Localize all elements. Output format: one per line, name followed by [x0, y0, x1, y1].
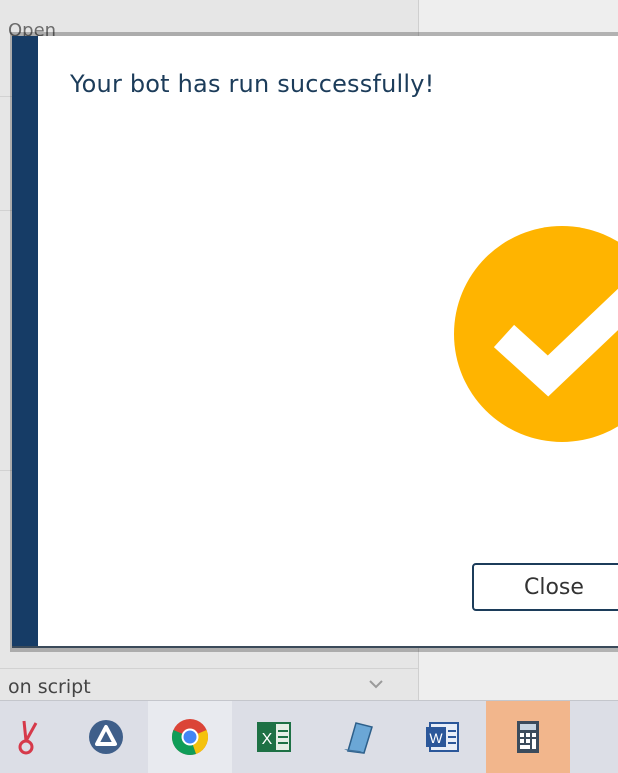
notepad-icon	[344, 722, 373, 754]
success-check-icon	[454, 226, 618, 442]
background-dropdown-label: on script	[8, 676, 91, 698]
taskbar-item-word[interactable]: W	[400, 701, 484, 773]
svg-text:W: W	[429, 730, 443, 746]
taskbar-item-app[interactable]	[64, 701, 148, 773]
svg-text:X: X	[262, 731, 273, 748]
dialog-accent-bar	[12, 36, 38, 646]
app-triangle-icon	[89, 720, 123, 754]
taskbar-item-chrome[interactable]	[148, 701, 232, 773]
taskbar-item-notepad[interactable]	[316, 701, 400, 773]
taskbar-item-calculator[interactable]	[486, 701, 570, 773]
taskbar-item-snipping-tool[interactable]	[0, 701, 64, 773]
chevron-down-icon	[369, 680, 383, 689]
background-divider	[0, 668, 418, 669]
snipping-tool-icon	[18, 720, 38, 755]
calculator-icon	[517, 721, 539, 753]
word-icon: W	[426, 722, 459, 752]
chrome-icon	[171, 719, 209, 756]
close-button[interactable]: Close	[472, 563, 618, 611]
taskbar-item-excel[interactable]: X	[232, 701, 316, 773]
excel-icon: X	[257, 722, 291, 752]
taskbar: X W	[0, 700, 618, 773]
success-dialog: Your bot has run successfully! Close	[12, 36, 618, 648]
background-dropdown[interactable]: on script	[0, 672, 418, 700]
dialog-title: Your bot has run successfully!	[70, 70, 435, 98]
